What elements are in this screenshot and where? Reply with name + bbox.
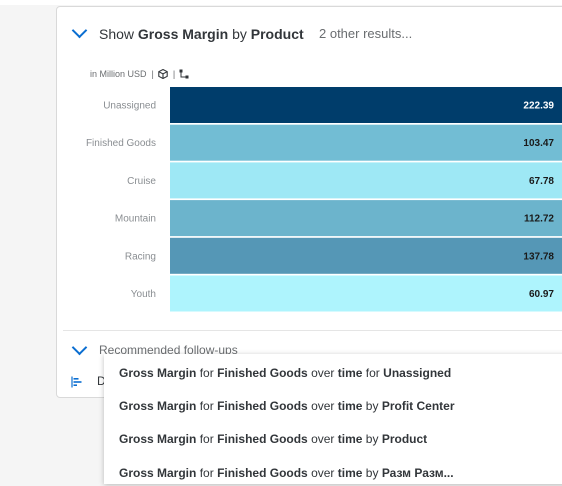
- value-label: 60.97: [529, 289, 554, 300]
- follow-up-target: Profit Center: [381, 399, 455, 413]
- category-label: Finished Goods: [86, 138, 156, 149]
- bar-racing[interactable]: [170, 237, 562, 274]
- follow-up-over: over: [311, 366, 335, 380]
- bar-mountain[interactable]: [170, 200, 562, 237]
- follow-up-conj: by: [365, 399, 379, 413]
- follow-up-item[interactable]: Gross Margin for Finished Goods over tim…: [119, 432, 427, 452]
- value-label: 112.72: [524, 214, 554, 225]
- follow-up-time: time: [337, 399, 363, 413]
- follow-ups-dropdown: Gross Margin for Finished Goods over tim…: [104, 354, 562, 484]
- top-strip: [0, 0, 562, 5]
- follow-up-measure: Gross Margin: [119, 432, 197, 446]
- category-label: Youth: [131, 289, 156, 300]
- follow-up-for: for: [199, 466, 214, 480]
- section-divider: [63, 330, 562, 331]
- bar-youth[interactable]: [170, 275, 562, 312]
- follow-up-over: over: [311, 466, 335, 480]
- follow-up-over: over: [311, 399, 335, 413]
- follow-up-measure: Gross Margin: [119, 399, 197, 413]
- follow-up-conj: by: [365, 466, 379, 480]
- follow-up-time: time: [337, 466, 363, 480]
- follow-up-member: Finished Goods: [217, 366, 308, 380]
- follow-up-item[interactable]: Gross Margin for Finished Goods over tim…: [119, 399, 455, 419]
- bar-chart: Unassigned 222.39 Finished Goods 103.47 Crui…: [57, 7, 562, 399]
- value-label: 222.39: [523, 101, 554, 112]
- bar-cruise[interactable]: [170, 162, 562, 199]
- category-label: Mountain: [115, 214, 156, 225]
- follow-up-for: for: [199, 399, 214, 413]
- follow-up-time: time: [337, 366, 363, 380]
- category-label: Racing: [125, 251, 156, 262]
- value-label: 103.47: [523, 138, 554, 149]
- follow-up-measure: Gross Margin: [119, 466, 197, 480]
- follow-up-member: Finished Goods: [217, 432, 308, 446]
- value-label: 67.78: [529, 176, 554, 187]
- follow-up-member: Finished Goods: [217, 466, 308, 480]
- bar-unassigned[interactable]: [170, 87, 562, 123]
- bar-chart-svg: Unassigned 222.39 Finished Goods 103.47 Crui…: [86, 87, 562, 312]
- follow-up-time: time: [337, 432, 363, 446]
- follow-up-target: Product: [381, 432, 428, 446]
- follow-up-item[interactable]: Gross Margin for Finished Goods over tim…: [119, 366, 451, 386]
- follow-up-target: Разм Разм...: [381, 466, 454, 480]
- category-label: Cruise: [127, 176, 156, 187]
- follow-up-for: for: [199, 432, 214, 446]
- follow-up-target: Unassigned: [383, 366, 452, 380]
- value-label: 137.78: [523, 251, 554, 262]
- follow-up-member: Finished Goods: [217, 399, 308, 413]
- bar-chart-icon[interactable]: [71, 375, 85, 388]
- follow-up-item[interactable]: Gross Margin for Finished Goods over tim…: [119, 466, 454, 486]
- follow-up-for: for: [199, 366, 214, 380]
- follow-up-measure: Gross Margin: [119, 366, 197, 380]
- bar-finished-goods[interactable]: [170, 124, 562, 161]
- search-result-card: Show Gross Margin by Product 2 other res…: [56, 6, 562, 398]
- follow-up-conj: for: [365, 366, 380, 380]
- follow-up-over: over: [311, 432, 335, 446]
- category-label: Unassigned: [103, 101, 156, 112]
- follow-up-conj: by: [365, 432, 379, 446]
